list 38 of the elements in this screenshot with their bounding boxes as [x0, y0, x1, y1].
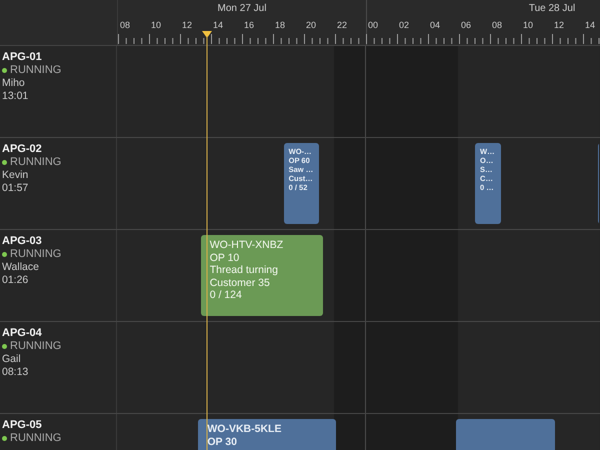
hour-label: 02 [399, 20, 410, 30]
hour-label: 04 [430, 20, 440, 30]
operator-name: Miho [2, 77, 25, 90]
hour-label: 20 [306, 20, 316, 30]
operator-name: Gail [2, 353, 21, 366]
status-text: RUNNING [10, 64, 62, 77]
date-label: Tue 28 Jul [528, 3, 576, 14]
machine-name: APG-03 [2, 235, 42, 248]
hour-label: 08 [492, 20, 502, 30]
elapsed-time: 13:01 [2, 90, 28, 103]
status-text: RUNNING [10, 248, 62, 261]
machine-name: APG-02 [2, 143, 42, 156]
elapsed-time: 01:57 [2, 182, 28, 195]
hour-label: 22 [337, 20, 348, 30]
hour-label: 14 [585, 20, 596, 30]
machine-name: APG-05 [2, 419, 42, 432]
hour-label: 16 [244, 20, 254, 30]
machine-name: APG-04 [2, 327, 42, 340]
hour-label: 18 [275, 20, 286, 30]
operator-name: Wallace [2, 261, 39, 274]
work-order-block[interactable]: WO-VKB-5KLE OP 30 [198, 419, 336, 450]
hour-label: 08 [120, 20, 130, 30]
hour-label: 10 [523, 20, 534, 30]
hour-label: 00 [368, 20, 378, 30]
operator-name: Kevin [2, 169, 28, 182]
status-text: RUNNING [10, 340, 62, 353]
hour-label: 12 [182, 20, 192, 30]
hour-label: 12 [554, 20, 564, 30]
hour-label: 10 [151, 20, 162, 30]
date-label: Mon 27 Jul [218, 3, 266, 14]
status-text: RUNNING [10, 432, 62, 445]
hour-label: 14 [213, 20, 224, 30]
work-order-block[interactable]: WO-HTV-XNBZ OP 10 Thread turning Customer 35 0 / 124 [200, 235, 324, 316]
status-text: RUNNING [10, 156, 62, 169]
elapsed-time: 08:13 [2, 366, 28, 379]
elapsed-time: 01:26 [2, 274, 28, 287]
machine-name: APG-01 [2, 51, 42, 64]
hour-label: 06 [461, 20, 472, 30]
